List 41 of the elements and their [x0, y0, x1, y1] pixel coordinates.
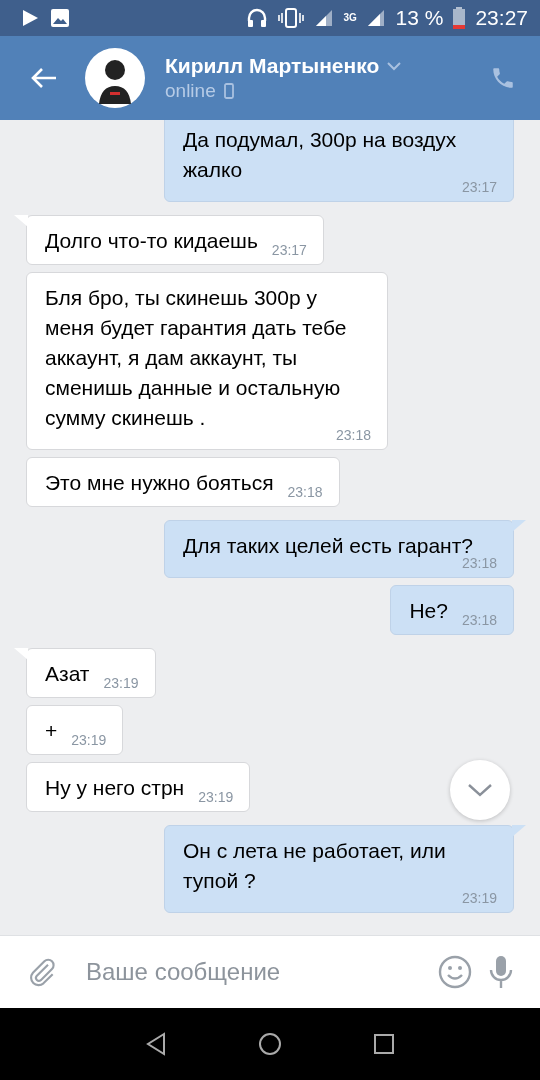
- back-icon[interactable]: [145, 1032, 168, 1056]
- back-arrow-icon[interactable]: [30, 66, 58, 90]
- chevron-down-icon: [467, 783, 493, 797]
- message-input[interactable]: Ваше сообщение: [74, 958, 422, 986]
- message-text: +: [45, 718, 58, 744]
- contact-name[interactable]: Кирилл Мартыненко: [165, 54, 380, 78]
- message-time: 23:19: [198, 789, 234, 805]
- avatar[interactable]: [85, 48, 145, 108]
- headphones-icon: [245, 7, 268, 29]
- clock: 23:27: [475, 6, 528, 30]
- message-text: Ну у него стрн: [45, 775, 185, 801]
- battery-percent: 13 %: [395, 6, 444, 30]
- message-time: 23:19: [71, 732, 107, 748]
- chevron-down-icon[interactable]: [387, 61, 402, 71]
- message-text: Да подумал, 300р на воздух жалко: [183, 127, 458, 183]
- message-time: 23:17: [271, 242, 307, 258]
- message-text: Не?: [409, 598, 448, 624]
- message-time: 23:19: [103, 675, 139, 691]
- home-icon[interactable]: [258, 1032, 282, 1056]
- message-text: Долго что-то кидаешь: [45, 228, 258, 254]
- message-text: Это мне нужно бояться: [45, 470, 274, 496]
- message-time: 23:17: [461, 179, 497, 195]
- battery-icon: [453, 7, 466, 29]
- message-text: Бля бро, ты скинешь 300р у меня будет гарантия дать тебе аккаунт, я дам аккаунт, ты сменишь данные и остальную сумму скинешь .: [45, 285, 348, 430]
- scroll-down-button[interactable]: [450, 760, 510, 820]
- phone-icon[interactable]: [490, 65, 516, 91]
- message-time: 23:19: [461, 890, 497, 906]
- message-time: 23:18: [461, 612, 497, 628]
- microphone-icon[interactable]: [488, 954, 514, 990]
- message-text: Азат: [45, 661, 90, 687]
- message-text: Он с лета не работает, или тупой ?: [183, 838, 447, 894]
- image-icon: [50, 8, 70, 28]
- presence-status: online: [165, 80, 216, 102]
- recents-icon[interactable]: [372, 1033, 395, 1055]
- phone-device-icon: [223, 83, 234, 99]
- message-time: 23:18: [335, 427, 371, 443]
- emoji-icon[interactable]: [438, 955, 472, 989]
- vibrate-icon: [277, 7, 304, 29]
- message-time: 23:18: [287, 484, 323, 500]
- network-label: 3G: [343, 13, 356, 23]
- play-icon: [20, 8, 40, 28]
